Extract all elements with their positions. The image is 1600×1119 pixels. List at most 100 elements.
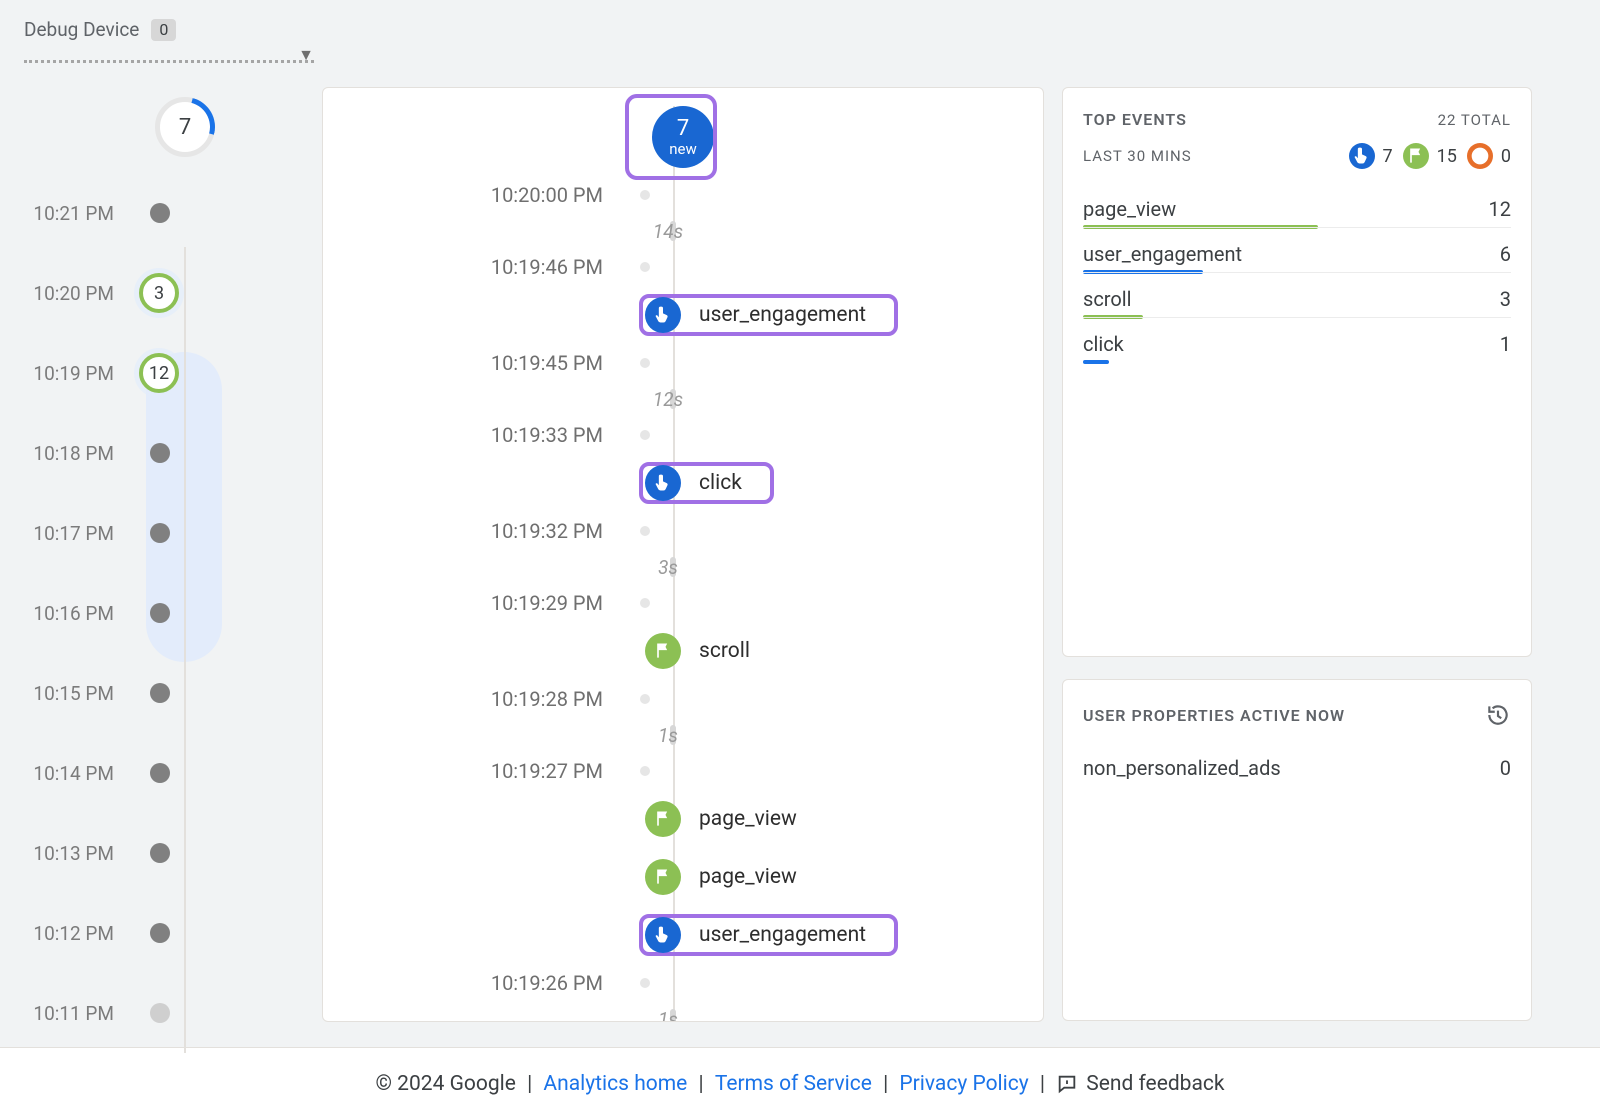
minute-row[interactable]: 10:11 PM (24, 973, 304, 1053)
new-bubble-label: new (669, 142, 697, 157)
event-count: 6 (1500, 242, 1511, 266)
time-marker: 10:19:46 PM (323, 248, 1043, 286)
event-user_engagement[interactable]: user_engagement (639, 294, 898, 336)
minute-label: 10:16 PM (24, 602, 114, 625)
dropdown-underline: ▼ (24, 55, 314, 63)
top-events-panel: TOP EVENTS 22 TOTAL LAST 30 MINS 7 15 (1062, 87, 1532, 657)
event-count: 3 (1500, 287, 1511, 311)
minute-row[interactable]: 10:21 PM (24, 173, 304, 253)
time-label: 10:19:33 PM (323, 423, 623, 447)
new-bubble[interactable]: 7 new (652, 106, 714, 168)
minute-row[interactable]: 10:15 PM (24, 653, 304, 733)
minute-row[interactable]: 10:12 PM (24, 893, 304, 973)
minute-dot (150, 763, 170, 783)
event-scroll[interactable]: scroll (639, 630, 772, 672)
minute-dot (150, 923, 170, 943)
gap-row: 3s (323, 550, 1043, 584)
time-label: 10:19:46 PM (323, 255, 623, 279)
event-name: page_view (1083, 197, 1176, 221)
legend-orange[interactable]: 0 (1467, 143, 1511, 169)
flag-icon (1403, 143, 1429, 169)
time-dot (640, 766, 650, 776)
time-marker: 10:19:28 PM (323, 680, 1043, 718)
gap-duration: 1s (658, 724, 678, 747)
minute-dot (150, 603, 170, 623)
debug-device-label: Debug Device (24, 18, 139, 41)
top-events-subtitle: LAST 30 MINS (1083, 147, 1192, 165)
event-count: 12 (1489, 197, 1511, 221)
top-events-legend: 7 15 0 (1349, 143, 1511, 169)
minute-dot (150, 1003, 170, 1023)
minute-label: 10:20 PM (24, 282, 114, 305)
top-event-row[interactable]: click1 (1083, 317, 1511, 362)
gap-duration: 3s (658, 556, 678, 579)
minute-dot (150, 443, 170, 463)
gap-duration: 12s (653, 388, 683, 411)
minute-row[interactable]: 10:20 PM3 (24, 253, 304, 333)
minute-label: 10:15 PM (24, 682, 114, 705)
footer-copyright: © 2024 Google (375, 1072, 515, 1096)
minute-label: 10:14 PM (24, 762, 114, 785)
minute-dot (150, 523, 170, 543)
top-event-row[interactable]: scroll 3 (1083, 272, 1511, 317)
top-event-row[interactable]: user_engagement 6 (1083, 227, 1511, 272)
minute-dot (150, 203, 170, 223)
minute-label: 10:11 PM (24, 1002, 114, 1025)
event-page_view[interactable]: page_view (639, 798, 819, 840)
minute-row[interactable]: 10:14 PM (24, 733, 304, 813)
time-label: 10:20:00 PM (323, 183, 623, 207)
top-event-row[interactable]: page_view 12 (1083, 183, 1511, 227)
event-name: user_engagement (699, 923, 888, 947)
minute-row[interactable]: 10:16 PM (24, 573, 304, 653)
minute-row[interactable]: 10:13 PM (24, 813, 304, 893)
send-feedback-button[interactable]: Send feedback (1056, 1072, 1224, 1096)
time-marker: 10:19:45 PM (323, 344, 1043, 382)
user-property-row[interactable]: non_personalized_ads0 (1083, 742, 1511, 786)
time-marker: 10:19:29 PM (323, 584, 1043, 622)
minute-label: 10:17 PM (24, 522, 114, 545)
time-marker: 10:19:32 PM (323, 512, 1043, 550)
finger-icon (645, 297, 681, 333)
event-name: user_engagement (699, 303, 888, 327)
minute-label: 10:21 PM (24, 202, 114, 225)
time-marker: 10:19:27 PM (323, 752, 1043, 790)
footer-link-analytics[interactable]: Analytics home (543, 1072, 687, 1096)
footer-link-terms[interactable]: Terms of Service (715, 1072, 872, 1096)
time-dot (640, 262, 650, 272)
minute-row[interactable]: 10:18 PM (24, 413, 304, 493)
time-label: 10:19:27 PM (323, 759, 623, 783)
event-name: user_engagement (1083, 242, 1242, 266)
legend-blue[interactable]: 7 (1349, 143, 1393, 169)
event-bar (1083, 360, 1109, 364)
debug-device-count-chip: 0 (151, 19, 176, 41)
top-events-total: 22 TOTAL (1438, 111, 1511, 129)
event-name: scroll (699, 639, 772, 663)
history-icon[interactable] (1485, 702, 1511, 728)
event-page_view[interactable]: page_view (639, 856, 819, 898)
flag-icon (645, 859, 681, 895)
time-label: 10:19:29 PM (323, 591, 623, 615)
event-name: scroll (1083, 287, 1132, 311)
property-count: 0 (1500, 756, 1511, 780)
finger-icon (645, 465, 681, 501)
chevron-down-icon: ▼ (298, 45, 314, 65)
flag-icon (645, 633, 681, 669)
minute-row[interactable]: 10:17 PM (24, 493, 304, 573)
legend-green[interactable]: 15 (1403, 143, 1457, 169)
time-dot (640, 694, 650, 704)
footer-link-privacy[interactable]: Privacy Policy (899, 1072, 1028, 1096)
debug-device-dropdown[interactable]: Debug Device 0 (24, 18, 1576, 41)
gap-row: 1s (323, 1002, 1043, 1022)
minute-dot (150, 683, 170, 703)
minute-label: 10:19 PM (24, 362, 114, 385)
event-count: 1 (1500, 332, 1511, 356)
minutes-timeline: 7 10:21 PM 10:20 PM310:19 PM1210:18 PM 10:… (24, 87, 304, 1053)
time-marker: 10:20:00 PM (323, 176, 1043, 214)
event-name: page_view (699, 865, 819, 889)
event-user_engagement[interactable]: user_engagement (639, 914, 898, 956)
event-click[interactable]: click (639, 462, 774, 504)
minute-row[interactable]: 10:19 PM12 (24, 333, 304, 413)
new-events-count[interactable]: 7 (155, 97, 215, 157)
new-bubble-count: 7 (677, 118, 689, 140)
time-label: 10:19:45 PM (323, 351, 623, 375)
